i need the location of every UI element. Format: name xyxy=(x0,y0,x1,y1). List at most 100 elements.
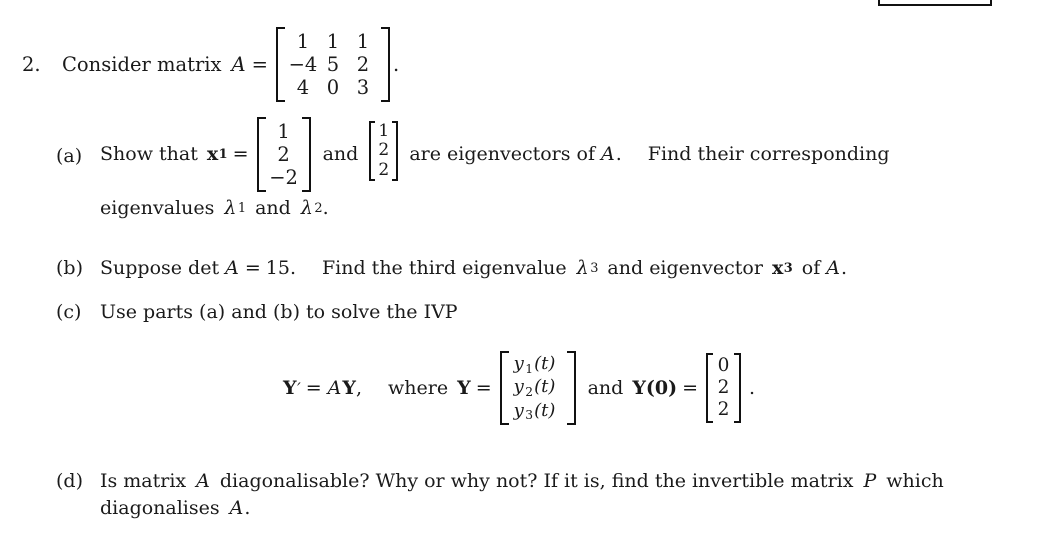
matrix-A: 1 1 1 −4 5 2 4 0 3 xyxy=(275,26,390,102)
part-b-text-before: Suppose det xyxy=(100,257,220,279)
matrix-row: 4 0 3 xyxy=(288,76,378,99)
vector-row: 2 xyxy=(269,143,299,166)
part-d-line-1: Is matrix A diagonalisable? Why or why n… xyxy=(100,470,944,492)
stem-lead-text: Consider matrix xyxy=(62,52,222,76)
stem-equals: = xyxy=(251,52,268,76)
vector-row: 2 xyxy=(376,159,391,180)
part-d-line2-period: . xyxy=(244,497,251,519)
part-a-line2-conjunction: and xyxy=(255,197,291,219)
matrix-row: 1 1 1 xyxy=(288,30,378,53)
eq-comma: , xyxy=(355,377,363,399)
bracket-right xyxy=(734,353,742,423)
matrix-cell: 3 xyxy=(356,75,370,99)
matrix-cell: 1 xyxy=(296,29,310,53)
bracket-right xyxy=(392,121,399,181)
y-argument: (t) xyxy=(534,399,556,421)
lambda-2-subscript: 2 xyxy=(314,200,323,216)
matrix-cell: 2 xyxy=(356,52,370,76)
lambda-3: λ xyxy=(576,257,589,279)
matrix-cell: 0 xyxy=(326,75,340,99)
part-a-text-tail: Find their corresponding xyxy=(647,143,890,165)
eq-period: . xyxy=(749,377,756,399)
lambda-1-subscript: 1 xyxy=(237,200,247,216)
lambda-2: λ xyxy=(300,197,313,219)
vector-row: y 3(t) xyxy=(511,400,565,423)
matrix-cell: 5 xyxy=(326,52,340,76)
vector-cell: 2 xyxy=(277,142,290,166)
y-argument: (t) xyxy=(534,353,556,375)
vector-row: y 1(t) xyxy=(511,353,565,376)
eq-equals: = xyxy=(305,377,322,399)
vector-cell: 2 xyxy=(717,398,730,420)
cropped-box-artifact xyxy=(878,0,992,6)
part-b-text-mid-2: and eigenvector xyxy=(607,257,763,279)
matrix-A-rows: 1 1 1 −4 5 2 4 0 3 xyxy=(285,27,381,102)
part-d-line2-matrix-symbol: A xyxy=(229,497,244,519)
vector-cell: −2 xyxy=(269,165,298,189)
part-a-equals: = xyxy=(232,143,249,165)
matrix-P-symbol: P xyxy=(863,470,877,492)
part-a-matrix-symbol: A xyxy=(601,143,615,165)
vector-cell: 0 xyxy=(717,355,730,377)
vector-cell: 2 xyxy=(378,140,390,161)
part-b-line-1: Suppose det A = 15. Find the third eigen… xyxy=(100,257,847,279)
vector-row: y 2(t) xyxy=(511,376,565,399)
matrix-row: −4 5 2 xyxy=(288,53,378,76)
vector-x1-rows: 1 2 −2 xyxy=(266,117,302,192)
eq-matrix-symbol: A xyxy=(327,377,342,399)
vector-Y0: 0 2 2 xyxy=(706,353,742,423)
part-a-text-before: Show that xyxy=(100,143,198,165)
part-c-displayed-equation: Y′ = AY, where Y = y1(t) y2(t) y3(t) xyxy=(283,351,756,425)
vector-row: 1 xyxy=(376,121,391,141)
initial-condition-symbol: Y xyxy=(632,377,646,399)
bracket-right xyxy=(301,116,311,192)
determinant-value: 15 xyxy=(265,257,290,279)
vector-row: 2 xyxy=(715,399,732,421)
vector-cell: 1 xyxy=(277,119,290,143)
part-c-line-1: Use parts (a) and (b) to solve the IVP xyxy=(100,301,458,323)
vector-row: 1 xyxy=(269,120,299,143)
part-a-line-2: eigenvalues λ 1 and λ 2. xyxy=(100,197,890,219)
part-b-matrix-symbol: A xyxy=(225,257,239,279)
vector-Y-rows: y 1(t) y 2(t) y 3(t) xyxy=(509,351,567,424)
part-a-label: (a) xyxy=(56,145,83,167)
eq-where-text: where xyxy=(388,377,449,399)
vector-Y: y 1(t) y 2(t) y 3(t) xyxy=(499,351,576,425)
part-d-line2-text: diagonalises xyxy=(100,497,220,519)
part-d-text-mid: diagonalisable? Why or why not? If it is… xyxy=(219,470,854,492)
question-stem: Consider matrix A = 1 1 1 −4 5 2 4 0 3 . xyxy=(62,25,399,103)
y-base: y xyxy=(513,353,524,375)
stem-matrix-symbol: A xyxy=(231,52,246,76)
vector-cell: 2 xyxy=(717,377,730,399)
eq-rhs-vector: Y xyxy=(342,377,356,399)
y-subscript: 2 xyxy=(525,384,534,399)
lambda-1: λ xyxy=(224,197,237,219)
eq-y-symbol: Y xyxy=(457,377,471,399)
part-a-line-1: Show that x1 = 1 2 −2 and 1 2 2 are eige… xyxy=(100,116,890,192)
y-argument: (t) xyxy=(534,376,556,398)
vector-cell: 2 xyxy=(378,159,390,180)
part-a-line2-text: eigenvalues xyxy=(100,197,215,219)
bracket-right xyxy=(380,26,390,102)
vector-x2: 1 2 2 xyxy=(369,121,399,181)
vector-x3-subscript: 3 xyxy=(783,260,793,276)
matrix-cell: 1 xyxy=(356,29,370,53)
bracket-left xyxy=(706,353,714,423)
part-b-text-mid: Find the third eigenvalue xyxy=(321,257,567,279)
bracket-left xyxy=(256,116,266,192)
vector-x2-rows: 1 2 2 xyxy=(375,121,392,181)
y-subscript: 3 xyxy=(525,407,534,422)
eq-equals-2: = xyxy=(475,377,492,399)
part-a-line2-period: . xyxy=(322,197,329,219)
eq-lhs-vector: Y xyxy=(283,377,297,399)
initial-condition-argument: (0) xyxy=(645,377,678,399)
part-b-period-2: . xyxy=(840,257,848,279)
vector-x1: 1 2 −2 xyxy=(256,116,311,192)
part-d-content: Is matrix A diagonalisable? Why or why n… xyxy=(100,470,944,519)
part-d-line-2: diagonalises A. xyxy=(100,497,944,519)
part-d-matrix-symbol: A xyxy=(196,470,210,492)
part-c-label: (c) xyxy=(56,301,82,323)
vector-cell: y 3(t) xyxy=(511,400,565,423)
y-base: y xyxy=(513,399,524,421)
stem-period: . xyxy=(392,52,400,76)
